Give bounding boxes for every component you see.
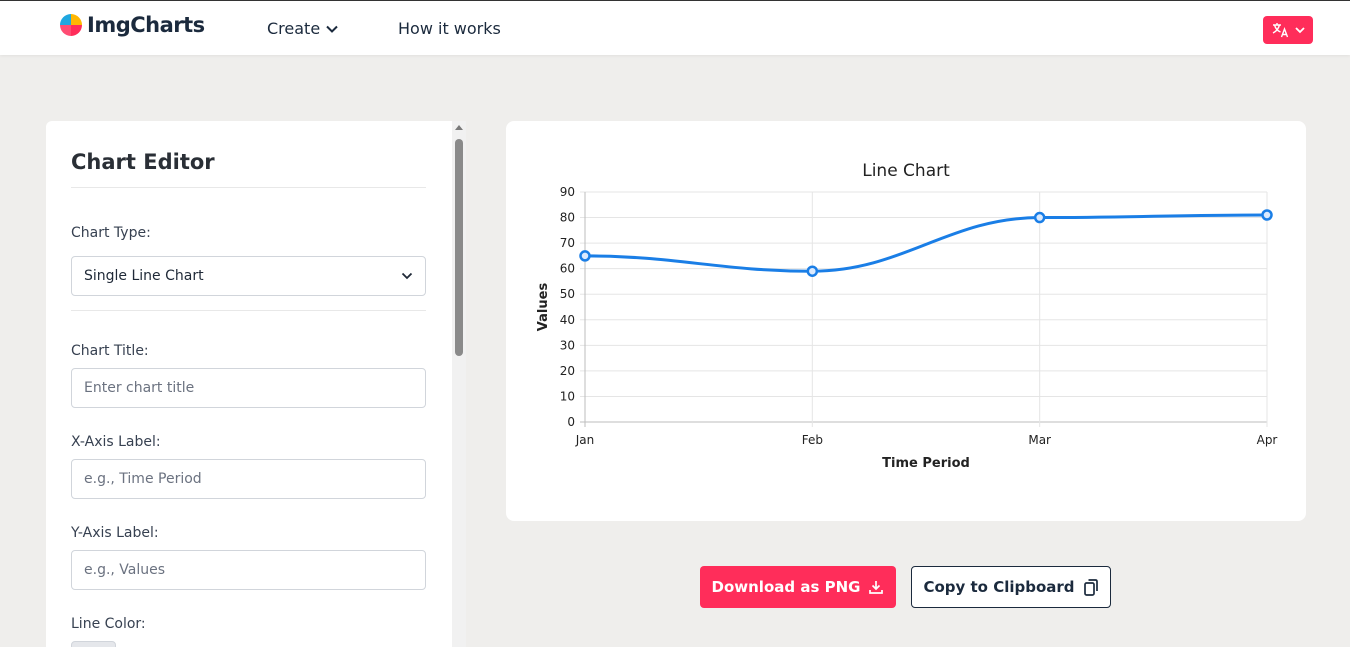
data-point <box>1261 209 1273 221</box>
y-axis-label-label: Y-Axis Label: <box>71 525 159 541</box>
scrollbar-thumb[interactable] <box>455 139 463 356</box>
clipboard-copy-icon <box>1083 579 1098 596</box>
chart-title-input[interactable] <box>71 368 426 408</box>
y-tick-label: 70 <box>560 236 575 250</box>
line-chart: 0 10 20 30 40 50 60 70 80 90 Jan Feb Mar Apr Line Cha… <box>536 161 1278 471</box>
download-label: Download as PNG <box>711 578 861 596</box>
x-axis-title: Time Period <box>882 456 970 471</box>
x-tick-label: Apr <box>1257 433 1278 447</box>
brand-logo[interactable]: ImgCharts <box>59 13 205 37</box>
y-tick-label: 40 <box>560 313 575 327</box>
y-axis-title: Values <box>536 283 551 332</box>
y-tick-label: 10 <box>560 389 575 403</box>
chevron-down-icon <box>401 272 413 280</box>
copy-label: Copy to Clipboard <box>923 578 1075 596</box>
top-nav-bar: ImgCharts Create How it works <box>0 0 1350 55</box>
copy-to-clipboard-button[interactable]: Copy to Clipboard <box>911 566 1111 608</box>
nav-how-label: How it works <box>398 19 501 38</box>
scroll-up-arrow-icon[interactable] <box>455 125 463 130</box>
chart-type-select[interactable]: Single Line Chart <box>71 256 426 296</box>
chart-preview-card: 0 10 20 30 40 50 60 70 80 90 Jan Feb Mar Apr Line Cha… <box>506 121 1306 521</box>
editor-scrollbar[interactable] <box>452 121 466 647</box>
language-selector-button[interactable] <box>1263 16 1313 44</box>
y-tick-label: 60 <box>560 262 575 276</box>
x-axis-label-label: X-Axis Label: <box>71 434 161 450</box>
chart-title-label: Chart Title: <box>71 343 149 359</box>
pie-chart-logo-icon <box>60 14 82 36</box>
x-tick-label: Mar <box>1028 433 1051 447</box>
x-axis-label-input[interactable] <box>71 459 426 499</box>
chart-type-label: Chart Type: <box>71 225 151 241</box>
divider <box>71 310 426 311</box>
translate-icon <box>1272 23 1288 38</box>
chevron-down-icon <box>1294 26 1305 33</box>
download-icon <box>869 581 884 594</box>
data-point <box>579 250 591 262</box>
brand-name: ImgCharts <box>87 13 205 37</box>
nav-create-menu[interactable]: Create <box>267 19 338 38</box>
y-tick-label: 90 <box>560 185 575 199</box>
download-png-button[interactable]: Download as PNG <box>700 566 896 608</box>
data-point <box>806 265 819 277</box>
y-tick-label: 0 <box>567 415 575 429</box>
divider <box>71 187 426 188</box>
editor-title: Chart Editor <box>71 150 215 174</box>
line-color-picker[interactable] <box>71 641 116 647</box>
nav-create-label: Create <box>267 19 321 38</box>
x-tick-label: Jan <box>575 433 595 447</box>
chart-editor-panel: Chart Editor Chart Type: Single Line Cha… <box>46 121 466 647</box>
y-tick-label: 50 <box>560 287 575 301</box>
x-tick-label: Feb <box>802 433 823 447</box>
y-tick-label: 80 <box>560 211 575 225</box>
y-axis-label-input[interactable] <box>71 550 426 590</box>
line-color-label: Line Color: <box>71 616 146 632</box>
chart-title: Line Chart <box>862 161 950 181</box>
y-tick-label: 30 <box>560 338 575 352</box>
nav-how-it-works-link[interactable]: How it works <box>398 19 501 38</box>
chart-type-value: Single Line Chart <box>84 268 204 284</box>
data-point <box>1033 211 1046 224</box>
y-tick-label: 20 <box>560 364 575 378</box>
chevron-down-icon <box>326 25 338 33</box>
